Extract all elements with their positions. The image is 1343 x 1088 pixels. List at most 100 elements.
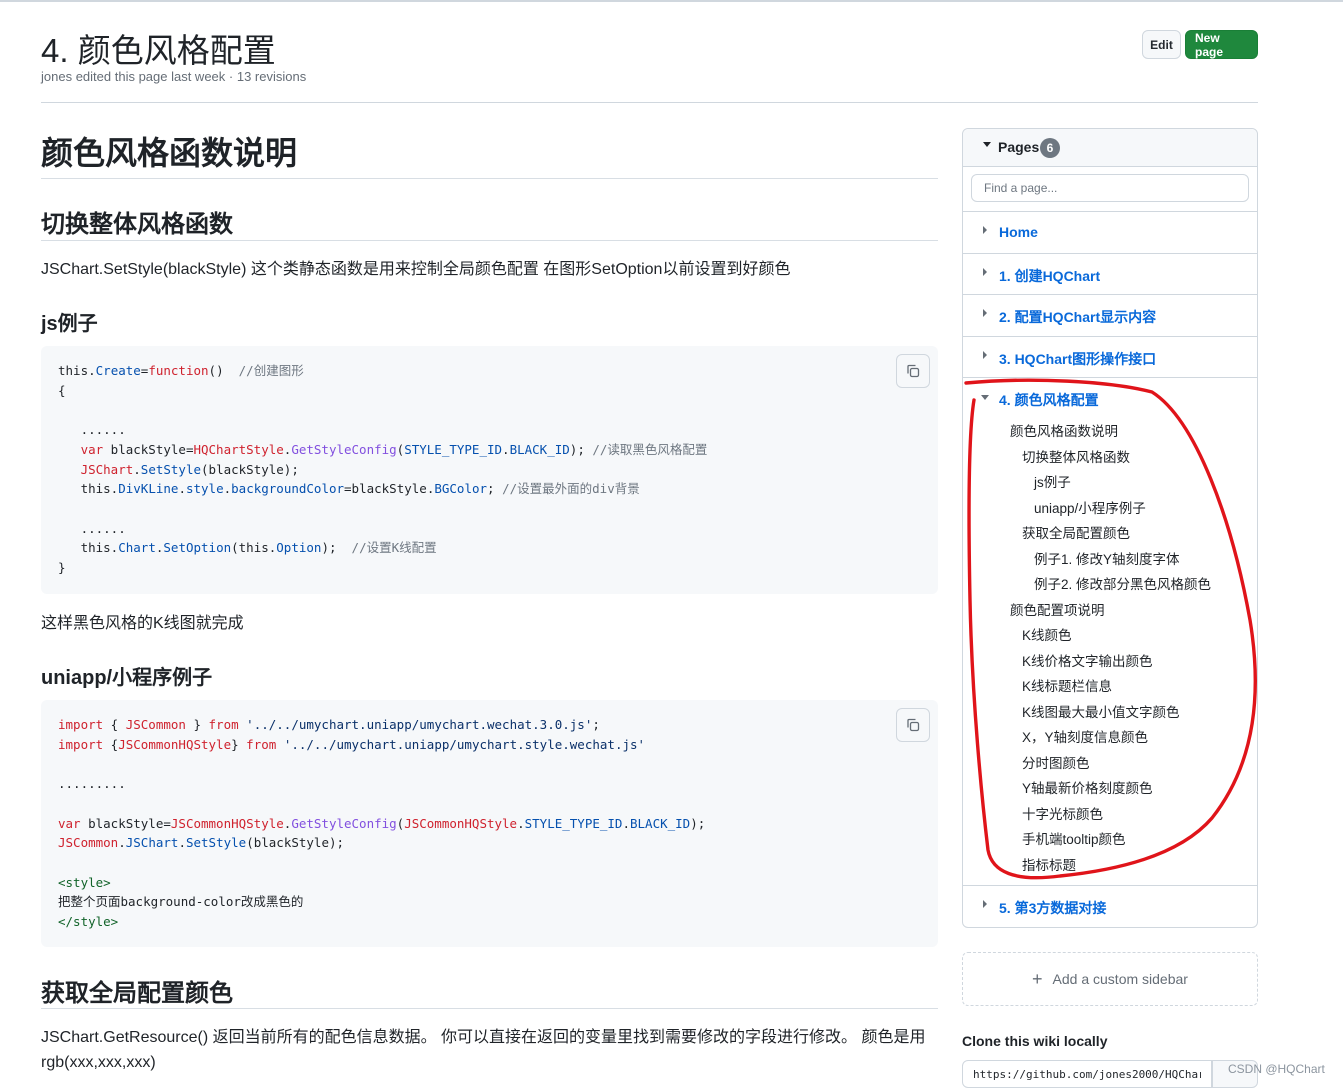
copy-code-button[interactable] [896,354,930,388]
toc-item[interactable]: 分时图颜色 [1022,752,1090,772]
chevron-right-icon[interactable] [983,900,987,908]
heading-get-resource: 获取全局配置颜色 [41,980,233,1007]
page-link[interactable]: 2. 配置HQChart显示内容 [999,307,1156,327]
toc-item[interactable]: 切换整体风格函数 [1022,446,1130,466]
code-token: style [185,481,224,497]
code-token: GetStyleConfig [291,815,397,831]
code-token: (blackStyle); [201,461,299,477]
add-custom-sidebar-button[interactable]: + Add a custom sidebar [962,952,1258,1006]
toc-item[interactable]: js例子 [1034,471,1071,491]
code-line: 把整个页面background-color改成黑色的 [58,892,303,912]
page-item-color-style[interactable]: 4. 颜色风格配置 [963,378,1257,419]
page-link[interactable]: Home [999,224,1038,240]
pages-count-badge: 6 [1040,138,1060,158]
code-token: ); [690,815,706,831]
code-token: 把整个页面background-color改成黑色的 [58,894,304,910]
code-token: ); [569,441,593,457]
code-token: SetOption [163,540,232,556]
copy-code-button[interactable] [896,708,930,742]
code-token: SetStyle [140,461,202,477]
chevron-right-icon[interactable] [983,226,987,234]
toc-item[interactable]: K线标题栏信息 [1022,675,1112,695]
page-item-create-hqchart[interactable]: 1. 创建HQChart [963,254,1257,295]
code-token: BLACK_ID [509,441,570,457]
code-token: from [208,717,239,732]
toc-item[interactable]: Y轴最新价格刻度颜色 [1022,777,1153,797]
code-token: SetStyle [185,835,247,851]
code-token: this. [58,540,119,556]
code-token: JSCommon [58,835,119,851]
code-token: () [208,363,239,378]
code-token: { [103,736,119,752]
code-token: . [223,481,232,497]
toc-item[interactable]: 十字光标颜色 [1022,803,1103,823]
code-token: JSCommonHQStyle [118,736,232,752]
toc-item[interactable]: K线图最大最小值文字颜色 [1022,701,1180,721]
code-token: from [246,736,277,752]
code-token: JSCommon [125,717,186,732]
page-item-third-party-data[interactable]: 5. 第3方数据对接 [963,886,1257,927]
heading-js-example: js例子 [41,313,98,335]
heading-switch-style: 切换整体风格函数 [41,211,233,238]
toc-item[interactable]: uniapp/小程序例子 [1034,497,1146,517]
heading-divider [41,1008,938,1009]
page-item-chart-operations[interactable]: 3. HQChart图形操作接口 [963,337,1257,378]
code-line: ...... [58,420,126,440]
find-page-input[interactable] [971,174,1249,202]
page-link[interactable]: 4. 颜色风格配置 [999,390,1099,410]
code-token: '../../umychart.uniapp/umychart.style.we… [283,736,646,752]
code-token: . [88,363,96,378]
toc-item[interactable]: 指标标题 [1022,854,1076,874]
code-token: . [502,441,510,457]
code-token: . [517,815,525,831]
code-line: this.DivKLine.style.backgroundColor=blac… [58,479,640,499]
copy-icon [907,718,920,732]
code-line: JSChart.SetStyle(blackStyle); [58,460,299,480]
code-token: JSCommonHQStyle [170,815,284,831]
chevron-down-icon[interactable] [981,395,989,400]
new-page-button[interactable]: New page [1185,30,1258,59]
page-link[interactable]: 3. HQChart图形操作接口 [999,349,1156,369]
chevron-right-icon[interactable] [983,268,987,276]
code-token: backgroundColor [231,481,345,497]
code-token: GetStyleConfig [291,441,397,457]
page-link[interactable]: 5. 第3方数据对接 [999,898,1106,918]
toc-item[interactable]: 例子2. 修改部分黑色风格颜色 [1034,573,1211,593]
toc-item[interactable]: 颜色风格函数说明 [1010,420,1118,440]
chevron-right-icon[interactable] [983,309,987,317]
code-line: var blackStyle=JSCommonHQStyle. GetStyleC… [58,814,705,834]
code-token: var [58,815,81,831]
toc-item[interactable]: 颜色配置项说明 [1010,599,1105,619]
toc-item[interactable]: K线价格文字输出颜色 [1022,650,1153,670]
pages-header-toggle[interactable]: Pages 6 [963,129,1257,167]
code-line: import {JSCommonHQStyle} from '../../umy… [58,735,645,755]
code-line: import { JSCommon } from '../../umychart… [58,715,600,735]
pages-label: Pages [998,139,1040,155]
toc-item[interactable]: X，Y轴刻度信息颜色 [1022,726,1148,746]
toc-item[interactable]: K线颜色 [1022,624,1072,644]
code-token: import [58,736,104,752]
edit-button[interactable]: Edit [1142,30,1181,59]
plus-icon: + [1032,968,1043,989]
page-item-config-display[interactable]: 2. 配置HQChart显示内容 [963,295,1257,336]
code-line: this.Chart.SetOption(this.Option); //设置K… [58,538,437,558]
page-item-home[interactable]: Home [963,212,1257,253]
page-link[interactable]: 1. 创建HQChart [999,266,1100,286]
clone-url-input[interactable] [962,1060,1212,1088]
code-token: . [178,481,186,497]
code-token: STYLE_TYPE_ID [524,815,623,831]
code-token: { [58,382,66,398]
toc-item[interactable]: 例子1. 修改Y轴刻度字体 [1034,548,1180,568]
code-token: blackStyle= [80,815,171,831]
code-token: { [103,717,126,732]
code-token: <style> [58,874,111,890]
chevron-right-icon[interactable] [983,351,987,359]
paragraph-getresource-1: JSChart.GetResource() 返回当前所有的配色信息数据。 你可以… [41,1029,926,1046]
code-token: . [178,835,186,851]
code-token: ...... [58,422,126,438]
toc-item[interactable]: 获取全局配置颜色 [1022,522,1130,542]
toc-item[interactable]: 手机端tooltip颜色 [1022,828,1126,848]
